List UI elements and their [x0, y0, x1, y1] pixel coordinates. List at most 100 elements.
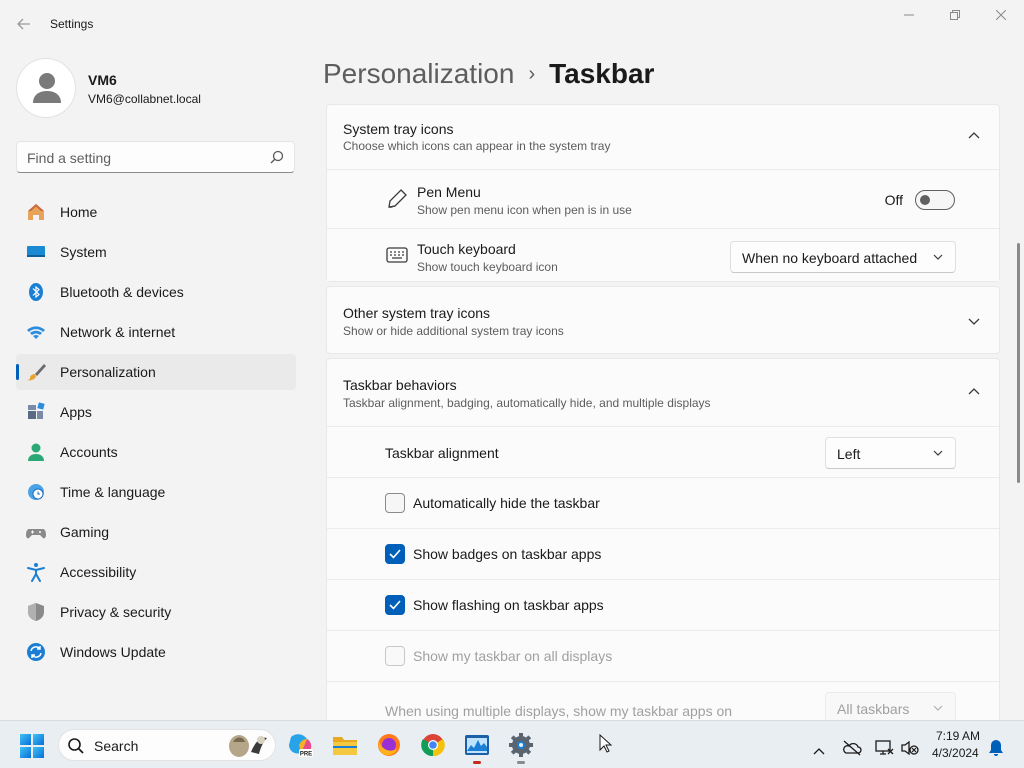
close-button[interactable]: [978, 4, 1024, 28]
mouse-cursor-icon: [599, 734, 613, 753]
chevron-down-icon: [933, 450, 943, 456]
shield-icon: [28, 603, 44, 621]
show-flashing-checkbox[interactable]: [385, 595, 405, 615]
chevron-up-icon: [968, 388, 980, 395]
clock-time[interactable]: 7:19 AM: [936, 729, 980, 743]
show-on-all-displays-checkbox: [385, 646, 405, 666]
auto-hide-row[interactable]: Automatically hide the taskbar: [327, 477, 999, 528]
section-title: System tray icons: [343, 121, 454, 137]
firefox-icon: [378, 734, 400, 756]
clock-globe-icon: [28, 484, 44, 500]
accessibility-icon: [27, 563, 45, 582]
sidebar-item-label: Time & language: [60, 484, 166, 500]
user-name: VM6: [88, 72, 117, 88]
taskbar-alignment-dropdown[interactable]: Left: [825, 437, 956, 469]
taskbar-alignment-row: Taskbar alignment Left: [327, 426, 999, 477]
scrollbar-thumb[interactable]: [1017, 243, 1020, 483]
multi-display-dropdown: All taskbars: [825, 692, 956, 720]
dropdown-value: When no keyboard attached: [742, 250, 918, 266]
checkbox-label: Automatically hide the taskbar: [413, 495, 600, 511]
system-tray-icons-header[interactable]: System tray icons Choose which icons can…: [327, 105, 999, 169]
breadcrumb: Personalization › Taskbar: [323, 58, 654, 98]
close-icon: [995, 9, 1007, 21]
breadcrumb-parent[interactable]: Personalization: [323, 58, 514, 89]
taskbar-app-copilot[interactable]: PRE: [287, 731, 315, 759]
back-arrow-icon: [17, 18, 30, 30]
chevron-down-icon: [933, 254, 943, 260]
sidebar-item-label: Gaming: [60, 524, 110, 540]
taskbar-behaviors-card: Taskbar behaviors Taskbar alignment, bad…: [326, 358, 1000, 720]
sidebar-item-apps[interactable]: Apps: [16, 394, 296, 430]
show-flashing-row[interactable]: Show flashing on taskbar apps: [327, 579, 999, 630]
show-badges-row[interactable]: Show badges on taskbar apps: [327, 528, 999, 579]
wifi-icon: [27, 326, 45, 339]
title-bar: Settings: [0, 0, 1024, 48]
network-disconnected-icon[interactable]: [874, 736, 894, 760]
checkmark-icon: [389, 600, 401, 610]
brush-icon: [27, 364, 46, 381]
clock-date[interactable]: 4/3/2024: [932, 746, 979, 760]
auto-hide-checkbox[interactable]: [385, 493, 405, 513]
sidebar-item-bluetooth[interactable]: Bluetooth & devices: [16, 274, 296, 310]
sidebar-item-label: Apps: [60, 404, 92, 420]
sidebar-item-label: Windows Update: [60, 644, 166, 660]
notification-bell-icon[interactable]: [988, 736, 1004, 760]
search-highlight-icon: [229, 735, 267, 757]
task-manager-icon: [465, 735, 489, 755]
sidebar-item-gaming[interactable]: Gaming: [16, 514, 296, 550]
other-system-tray-icons-card[interactable]: Other system tray icons Show or hide add…: [326, 286, 1000, 354]
chevron-down-icon: [968, 318, 980, 325]
chevron-down-icon: [933, 705, 943, 711]
sidebar-item-network[interactable]: Network & internet: [16, 314, 296, 350]
sidebar-item-accessibility[interactable]: Accessibility: [16, 554, 296, 590]
sidebar-item-personalization[interactable]: Personalization: [16, 354, 296, 390]
checkmark-icon: [389, 549, 401, 559]
breadcrumb-separator: ›: [528, 63, 536, 85]
sidebar-item-windows-update[interactable]: Windows Update: [16, 634, 296, 670]
taskbar-behaviors-header[interactable]: Taskbar behaviors Taskbar alignment, bad…: [327, 359, 999, 426]
taskbar-app-settings[interactable]: [507, 731, 535, 764]
sidebar-item-system[interactable]: System: [16, 234, 296, 270]
sidebar-item-privacy-security[interactable]: Privacy & security: [16, 594, 296, 630]
section-subtitle: Show or hide additional system tray icon…: [343, 324, 564, 338]
taskbar-app-chrome[interactable]: [419, 731, 447, 759]
settings-search-box[interactable]: [16, 141, 295, 173]
svg-text:PRE: PRE: [300, 752, 312, 758]
chevron-up-icon: [968, 132, 980, 139]
show-badges-checkbox[interactable]: [385, 544, 405, 564]
dropdown-value: Left: [837, 446, 861, 462]
taskbar-app-firefox[interactable]: [375, 731, 403, 759]
section-subtitle: Taskbar alignment, badging, automaticall…: [343, 396, 711, 410]
user-profile[interactable]: VM6 VM6@collabnet.local: [16, 58, 296, 118]
show-hidden-icons-chevron-icon[interactable]: [812, 739, 826, 763]
running-indicator: [517, 761, 525, 764]
toggle-knob: [920, 195, 930, 205]
sidebar-item-accounts[interactable]: Accounts: [16, 434, 296, 470]
taskbar-app-file-explorer[interactable]: [331, 731, 359, 759]
system-tray-icons-card: System tray icons Choose which icons can…: [326, 104, 1000, 282]
maximize-button[interactable]: [932, 4, 978, 28]
sidebar-item-label: Home: [60, 204, 98, 220]
settings-content[interactable]: System tray icons Choose which icons can…: [326, 104, 1000, 720]
taskbar: Search PRE 7:19 AM 4/3/2024: [0, 720, 1024, 768]
minimize-button[interactable]: [886, 4, 932, 28]
item-title: Touch keyboard: [417, 241, 516, 257]
onedrive-offline-icon[interactable]: [842, 736, 862, 760]
volume-muted-icon[interactable]: [900, 736, 920, 760]
sidebar-item-time-language[interactable]: Time & language: [16, 474, 296, 510]
section-subtitle: Choose which icons can appear in the sys…: [343, 139, 611, 153]
multi-display-row: When using multiple displays, show my ta…: [327, 681, 999, 720]
update-icon: [27, 643, 45, 661]
touch-keyboard-dropdown[interactable]: When no keyboard attached: [730, 241, 956, 273]
item-subtitle: Show pen menu icon when pen is in use: [417, 203, 632, 217]
windows-start-icon[interactable]: [20, 734, 44, 758]
search-input[interactable]: [27, 148, 257, 168]
taskbar-app-task-manager[interactable]: [463, 731, 491, 764]
touch-keyboard-row: Touch keyboard Show touch keyboard icon …: [327, 228, 999, 281]
back-button[interactable]: [10, 12, 38, 36]
sidebar-item-label: System: [60, 244, 107, 260]
checkbox-label: Show flashing on taskbar apps: [413, 597, 604, 613]
sidebar-item-home[interactable]: Home: [16, 194, 296, 230]
pen-menu-toggle[interactable]: [915, 190, 955, 210]
taskbar-search[interactable]: Search: [58, 729, 276, 761]
